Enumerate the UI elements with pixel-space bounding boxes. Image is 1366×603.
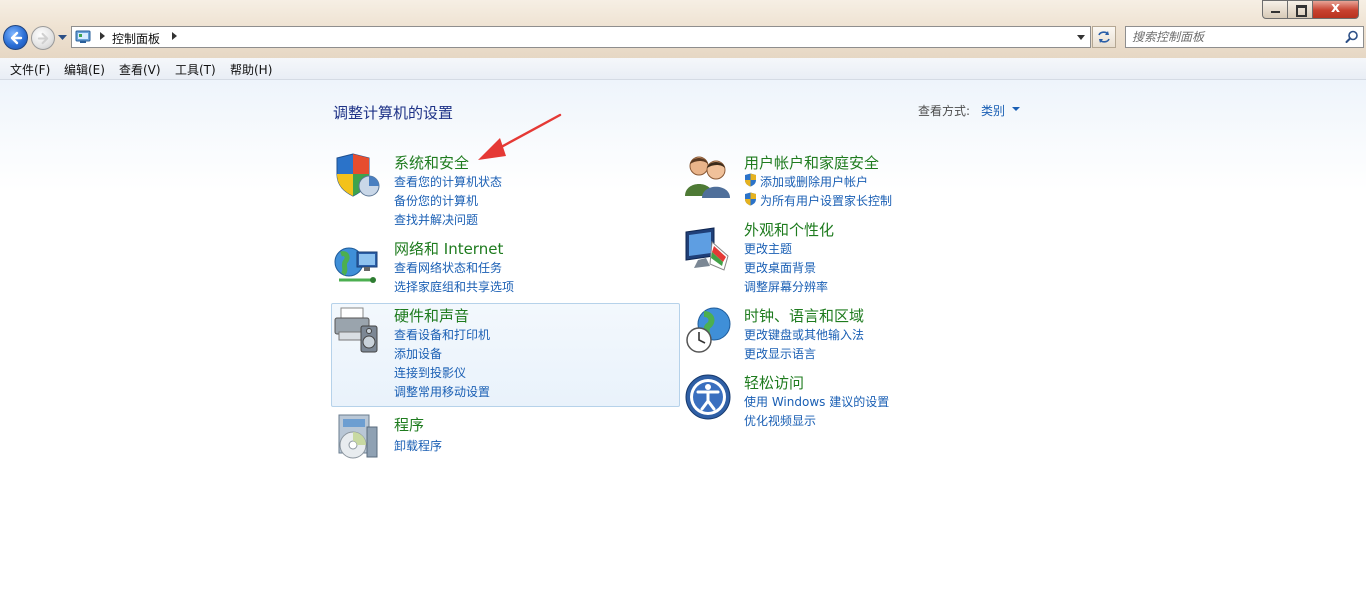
arrow-right-icon: [37, 32, 49, 45]
link-mobility-settings[interactable]: 调整常用移动设置: [394, 383, 490, 400]
link-add-device[interactable]: 添加设备: [394, 345, 442, 362]
refresh-icon: [1098, 31, 1110, 43]
category-title-ease-of-access[interactable]: 轻松访问: [744, 372, 804, 393]
category-title-clock-region[interactable]: 时钟、语言和区域: [744, 305, 864, 326]
link-optimize-visual-display[interactable]: 优化视频显示: [744, 412, 816, 429]
network-globe-icon[interactable]: [333, 240, 381, 288]
category-title-programs[interactable]: 程序: [394, 414, 424, 435]
menu-file[interactable]: 文件(F): [10, 61, 50, 78]
link-display-language[interactable]: 更改显示语言: [744, 345, 816, 362]
hardware-category-highlight[interactable]: [331, 303, 680, 407]
refresh-button[interactable]: [1092, 26, 1116, 48]
category-title-appearance[interactable]: 外观和个性化: [744, 219, 834, 240]
link-recommended-settings[interactable]: 使用 Windows 建议的设置: [744, 393, 889, 410]
uac-shield-icon: [745, 192, 756, 206]
category-title-network[interactable]: 网络和 Internet: [394, 238, 503, 259]
link-homegroup-sharing[interactable]: 选择家庭组和共享选项: [394, 278, 514, 295]
restore-button[interactable]: [1287, 0, 1313, 19]
annotation-arrow-icon: [478, 113, 562, 160]
category-title-hardware-sound[interactable]: 硬件和声音: [394, 305, 469, 326]
search-icon[interactable]: [1345, 30, 1359, 44]
clock-globe-icon[interactable]: [684, 306, 732, 354]
link-keyboard-input[interactable]: 更改键盘或其他输入法: [744, 326, 864, 343]
link-desktop-background[interactable]: 更改桌面背景: [744, 259, 816, 276]
view-by-chevron-down-icon[interactable]: [1012, 107, 1020, 111]
link-uninstall-program[interactable]: 卸载程序: [394, 437, 442, 454]
page-title: 调整计算机的设置: [333, 104, 454, 122]
breadcrumb-separator-icon[interactable]: [172, 32, 177, 40]
shield-chart-icon[interactable]: [333, 152, 381, 200]
close-icon: x: [1330, 0, 1341, 16]
link-change-theme[interactable]: 更改主题: [744, 240, 792, 257]
menu-help[interactable]: 帮助(H): [230, 61, 272, 78]
forward-button[interactable]: [31, 26, 55, 50]
category-title-system-security[interactable]: 系统和安全: [394, 152, 469, 173]
view-by-dropdown[interactable]: 类别: [981, 102, 1005, 119]
uac-shield-icon: [745, 173, 756, 187]
menu-edit[interactable]: 编辑(E): [64, 61, 105, 78]
view-by-label: 查看方式:: [918, 104, 971, 118]
content-background: [0, 80, 1366, 190]
close-button[interactable]: x: [1312, 0, 1359, 19]
link-connect-projector[interactable]: 连接到投影仪: [394, 364, 466, 381]
recent-pages-dropdown-icon[interactable]: [58, 34, 67, 42]
printer-speaker-icon[interactable]: [333, 306, 381, 354]
menu-bar: 文件(F) 编辑(E) 查看(V) 工具(T) 帮助(H): [0, 58, 1366, 80]
link-troubleshoot[interactable]: 查找并解决问题: [394, 211, 478, 228]
link-screen-resolution[interactable]: 调整屏幕分辨率: [744, 278, 828, 295]
back-button[interactable]: [3, 25, 28, 50]
arrow-left-icon: [10, 31, 23, 45]
menu-tools[interactable]: 工具(T): [175, 61, 216, 78]
minimize-button[interactable]: [1262, 0, 1288, 19]
link-parental-controls[interactable]: 为所有用户设置家长控制: [760, 192, 892, 209]
link-network-status[interactable]: 查看网络状态和任务: [394, 259, 502, 276]
address-bar[interactable]: 控制面板: [71, 26, 1091, 48]
breadcrumb-separator-icon[interactable]: [100, 32, 105, 40]
link-devices-printers[interactable]: 查看设备和打印机: [394, 326, 490, 343]
ease-of-access-icon[interactable]: [684, 373, 732, 421]
control-panel-icon: [75, 30, 91, 43]
address-history-dropdown-icon[interactable]: [1077, 35, 1085, 40]
search-input[interactable]: [1132, 29, 1332, 45]
menu-view[interactable]: 查看(V): [119, 61, 161, 78]
search-box[interactable]: [1125, 26, 1364, 48]
link-view-computer-status[interactable]: 查看您的计算机状态: [394, 173, 502, 190]
link-backup-computer[interactable]: 备份您的计算机: [394, 192, 478, 209]
users-icon[interactable]: [684, 152, 732, 200]
link-add-remove-accounts[interactable]: 添加或删除用户帐户: [760, 173, 868, 190]
programs-disc-icon[interactable]: [333, 413, 381, 461]
category-title-user-accounts[interactable]: 用户帐户和家庭安全: [744, 152, 879, 173]
breadcrumb-control-panel[interactable]: 控制面板: [112, 30, 160, 47]
appearance-monitor-icon[interactable]: [684, 226, 732, 274]
